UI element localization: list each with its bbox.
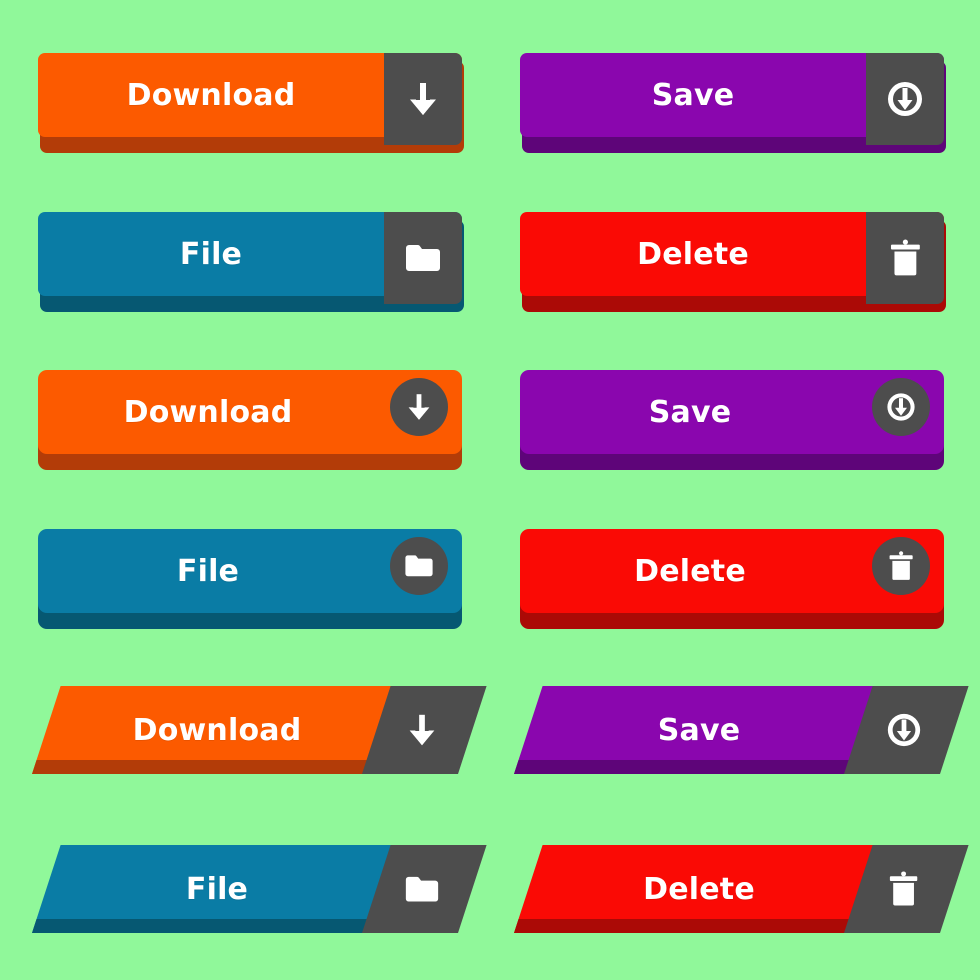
trash-icon[interactable] xyxy=(872,537,930,595)
arrow-down-icon[interactable] xyxy=(384,53,462,145)
arrow-down-icon[interactable] xyxy=(390,378,448,436)
power-download-icon[interactable] xyxy=(866,686,942,774)
button-label: Download xyxy=(126,77,296,113)
button-set-canvas: Download Save File Delete Download Save File De… xyxy=(0,0,980,980)
button-label: Delete xyxy=(637,236,749,272)
button-download-styleB[interactable]: Download xyxy=(38,370,462,470)
button-label: Delete xyxy=(634,553,746,589)
button-delete-styleC[interactable]: Delete xyxy=(514,845,969,941)
button-label: Delete xyxy=(643,871,755,907)
button-label: File xyxy=(185,871,249,907)
button-file-styleA[interactable]: File xyxy=(38,212,464,312)
button-file-styleB[interactable]: File xyxy=(38,529,462,629)
folder-icon[interactable] xyxy=(384,212,462,304)
arrow-down-icon[interactable] xyxy=(384,686,460,774)
folder-icon[interactable] xyxy=(384,845,460,933)
button-save-styleA[interactable]: Save xyxy=(520,53,946,153)
button-delete-styleB[interactable]: Delete xyxy=(520,529,944,629)
button-label: Download xyxy=(132,712,302,748)
trash-icon[interactable] xyxy=(866,845,942,933)
button-save-styleB[interactable]: Save xyxy=(520,370,944,470)
button-file-styleC[interactable]: File xyxy=(32,845,487,941)
button-label: File xyxy=(179,236,243,272)
button-label: Save xyxy=(657,712,741,748)
button-label: File xyxy=(176,553,240,589)
power-download-icon[interactable] xyxy=(872,378,930,436)
trash-icon[interactable] xyxy=(866,212,944,304)
button-download-styleC[interactable]: Download xyxy=(32,686,487,782)
button-delete-styleA[interactable]: Delete xyxy=(520,212,946,312)
folder-icon[interactable] xyxy=(390,537,448,595)
button-label: Save xyxy=(651,77,735,113)
button-download-styleA[interactable]: Download xyxy=(38,53,464,153)
button-label: Download xyxy=(123,394,293,430)
power-download-icon[interactable] xyxy=(866,53,944,145)
button-label: Save xyxy=(648,394,732,430)
button-save-styleC[interactable]: Save xyxy=(514,686,969,782)
